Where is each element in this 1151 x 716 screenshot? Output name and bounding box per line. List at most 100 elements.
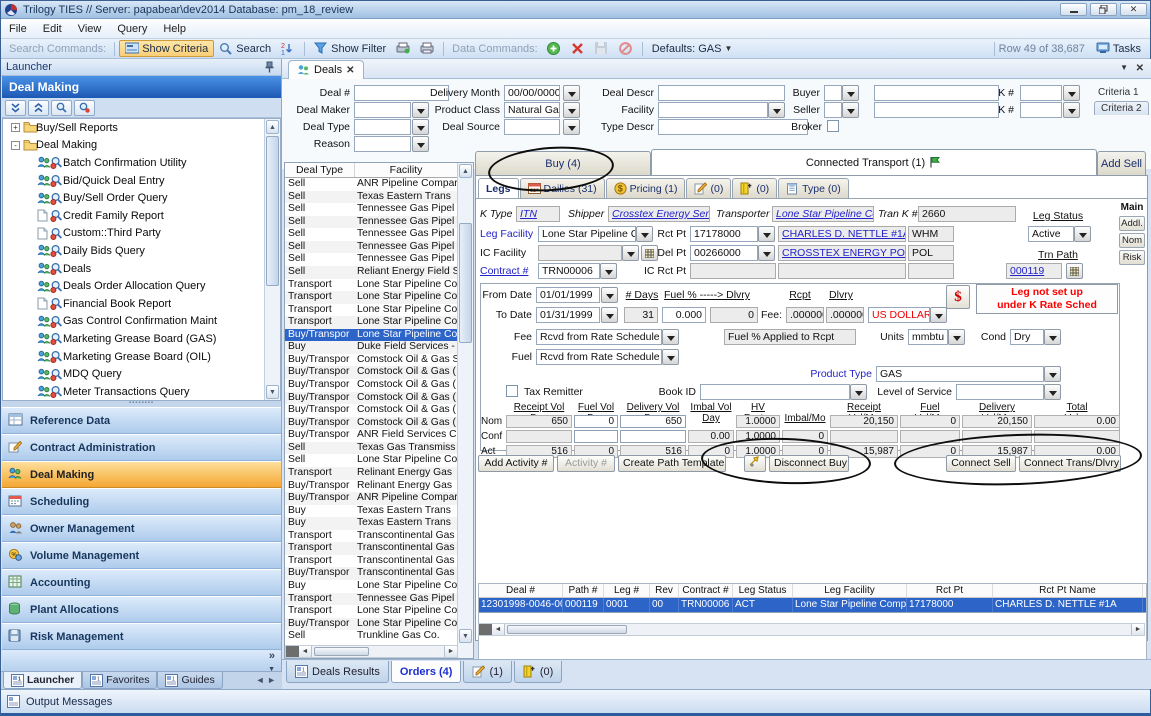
book-id-value[interactable]: [700, 384, 850, 400]
menu-query[interactable]: Query: [109, 21, 155, 37]
save-record-button[interactable]: [590, 40, 614, 57]
rct-pt-name[interactable]: CHARLES D. NETTLE #1A: [778, 226, 906, 242]
sidebar-item-reference-data[interactable]: Reference Data: [2, 407, 281, 434]
delete-record-button[interactable]: [566, 40, 590, 57]
scroll-up-icon[interactable]: ▲: [459, 164, 472, 178]
orders-col-contract-[interactable]: Contract #: [679, 584, 733, 597]
reason-input[interactable]: [354, 136, 411, 152]
rate-sched-button[interactable]: $: [946, 285, 970, 309]
tree-item-daily-bids-query[interactable]: Daily Bids Query: [3, 242, 280, 260]
table-row[interactable]: Transport Lone Star Pipeline Co: [285, 279, 458, 292]
tree-scrollbar[interactable]: ▲ ▼: [264, 119, 280, 400]
search-button[interactable]: Search: [214, 40, 276, 57]
restore-button[interactable]: [1090, 3, 1117, 16]
scroll-left-icon[interactable]: ◄: [492, 624, 505, 635]
tab-add-sell[interactable]: Add Sell: [1097, 151, 1146, 175]
col-deal-type[interactable]: Deal Type: [285, 163, 355, 177]
level-of-service-dropdown[interactable]: [1044, 384, 1061, 400]
orders-col-path-[interactable]: Path #: [563, 584, 604, 597]
tab-dropdown-icon[interactable]: ▼: [1120, 63, 1128, 72]
minimize-button[interactable]: [1060, 3, 1087, 16]
table-row[interactable]: Buy/Transpor Comstock Oil & Gas (: [285, 366, 458, 379]
criteria2-tab[interactable]: Criteria 2: [1094, 101, 1149, 115]
contract-label[interactable]: Contract #: [480, 265, 536, 277]
tab-buy-4-[interactable]: Buy (4): [475, 151, 651, 175]
fuel-pct-value[interactable]: 0.000: [662, 307, 706, 323]
subtab-pricing1[interactable]: $ Pricing (1): [605, 178, 686, 198]
show-criteria-button[interactable]: Show Criteria: [119, 40, 215, 57]
trn-path-browse-button[interactable]: [1066, 263, 1083, 279]
k1-input[interactable]: [1020, 85, 1062, 101]
sidebar-item-scheduling[interactable]: Scheduling: [2, 488, 281, 515]
table-row[interactable]: Transport Relinant Energy Gas: [285, 466, 458, 480]
tasks-button[interactable]: Tasks: [1091, 40, 1146, 57]
table-row[interactable]: Buy/Transpor Transcontinental Gas: [285, 567, 458, 580]
sidebar-item-plant-allocations[interactable]: Plant Allocations: [2, 596, 281, 623]
tab-connected-transport-1-[interactable]: Connected Transport (1): [651, 149, 1097, 175]
orders-col-rev[interactable]: Rev: [650, 584, 679, 597]
rct-pt-value[interactable]: 17178000: [690, 226, 758, 242]
trn-path-value[interactable]: 000119: [1006, 263, 1062, 279]
table-row[interactable]: Buy Texas Eastern Trans: [285, 517, 458, 530]
find-button[interactable]: [51, 99, 72, 116]
table-row[interactable]: Sell Trunkline Gas Co.: [285, 630, 458, 643]
tree-item-custom-third-party[interactable]: Custom::Third Party: [3, 225, 280, 243]
buyer-dropdown[interactable]: [842, 85, 859, 101]
tree-item-credit-family-report[interactable]: Credit Family Report: [3, 207, 280, 225]
grid-vscrollbar[interactable]: ▲ ▼: [457, 163, 473, 658]
table-row[interactable]: Buy/Transpor Comstock Oil & Gas (: [285, 404, 458, 417]
side-nom-button[interactable]: Nom: [1119, 233, 1145, 248]
side-main-label[interactable]: Main: [1119, 202, 1145, 213]
bottom-tab-0[interactable]: (0): [513, 661, 563, 683]
cond-dropdown[interactable]: [1044, 329, 1061, 345]
menu-view[interactable]: View: [70, 21, 110, 37]
menu-help[interactable]: Help: [155, 21, 194, 37]
facility-input[interactable]: [658, 102, 768, 118]
connect-trans-dlvry-button[interactable]: Connect Trans/Dlvry: [1019, 455, 1121, 472]
table-row[interactable]: Buy/Transpor ANR Pipeline Compar: [285, 492, 458, 505]
table-row[interactable]: Sell Tennessee Gas Pipel: [285, 240, 458, 254]
activity-button[interactable]: Activity #: [557, 455, 615, 472]
orders-col-rct-pt[interactable]: Rct Pt: [907, 584, 993, 597]
table-row[interactable]: Buy/Transpor Relinant Energy Gas: [285, 480, 458, 493]
scroll-down-icon[interactable]: ▼: [266, 385, 279, 399]
table-row[interactable]: Sell ANR Pipeline Compar: [285, 178, 458, 191]
tree-item-meter-transactions-query[interactable]: Meter Transactions Query: [3, 383, 280, 400]
product-type-value[interactable]: GAS: [876, 366, 1044, 382]
scroll-down-icon[interactable]: ▼: [459, 629, 472, 643]
grid-hscrollbar[interactable]: ◄ ►: [285, 645, 458, 658]
shipper-value[interactable]: Crosstex Energy Servi...: [608, 206, 710, 222]
table-row[interactable]: 12301998-0046-00 000119 0001 00 TRN00006 ACT L…: [479, 598, 1146, 613]
close-button[interactable]: ✕: [1120, 3, 1147, 16]
level-of-service-value[interactable]: [956, 384, 1044, 400]
expand-all-button[interactable]: [28, 99, 49, 116]
show-filter-button[interactable]: Show Filter: [309, 40, 391, 57]
tree-item-mdq-query[interactable]: MDQ Query: [3, 365, 280, 383]
bottom-tab-orders4[interactable]: Orders (4): [390, 661, 462, 683]
table-row[interactable]: Transport Transcontinental Gas: [285, 530, 458, 543]
currency-dropdown[interactable]: [930, 307, 947, 323]
fee-sched-value[interactable]: Rcvd from Rate Schedule: [536, 329, 662, 345]
leg-status-value[interactable]: Active: [1028, 226, 1074, 242]
deal-maker-input[interactable]: [354, 102, 411, 118]
orders-col-leg-[interactable]: Leg #: [604, 584, 650, 597]
collapse-all-button[interactable]: [5, 99, 26, 116]
create-path-template-button[interactable]: Create Path Template: [618, 455, 726, 472]
tree-item-marketing-grease-board-oil-[interactable]: Marketing Grease Board (OIL): [3, 348, 280, 366]
bottom-tab-dealsresults[interactable]: 1 Deals Results: [286, 661, 389, 683]
table-row[interactable]: Buy/Transpor Comstock Oil & Gas (: [285, 379, 458, 392]
menu-edit[interactable]: Edit: [35, 21, 70, 37]
print-preview-button[interactable]: [391, 40, 415, 57]
delivery-month-input[interactable]: 00/00/0000: [504, 85, 560, 101]
deals-tab[interactable]: Deals ✕: [288, 60, 364, 79]
reason-dropdown[interactable]: [412, 136, 429, 152]
subtab-type0[interactable]: Type (0): [778, 178, 849, 198]
buyer-name-input[interactable]: [874, 85, 999, 101]
seller-name-input[interactable]: [874, 102, 999, 118]
tree-item-gas-control-confirmation-maint[interactable]: Gas Control Confirmation Maint: [3, 313, 280, 331]
to-date-value[interactable]: 01/31/1999: [536, 307, 600, 323]
side-risk-button[interactable]: Risk: [1119, 250, 1145, 265]
sidebar-item-accounting[interactable]: Accounting: [2, 569, 281, 596]
cancel-edit-button[interactable]: [614, 40, 638, 57]
table-row[interactable]: Transport Lone Star Pipeline Co: [285, 605, 458, 618]
